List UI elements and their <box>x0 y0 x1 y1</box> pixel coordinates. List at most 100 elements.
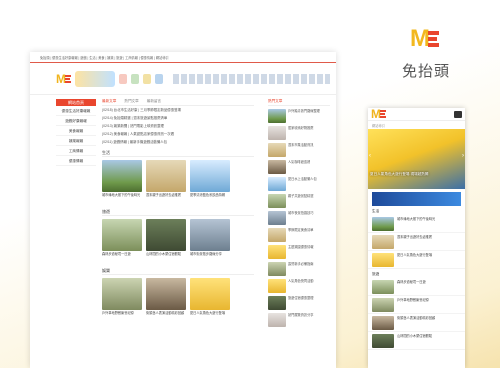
article-card[interactable]: 週末親子出遊好去處推薦 <box>146 160 186 205</box>
sidebar-thumbnail[interactable] <box>268 279 286 293</box>
sidebar-thumbnail[interactable] <box>268 126 286 140</box>
mobile-item-title[interactable]: 街頭藝人表演活動精彩回顧 <box>397 316 435 329</box>
mobile-item-title[interactable]: 城市綠地大樹下的午後時光 <box>397 217 435 230</box>
mobile-list-item[interactable]: 森林步道秘境一日遊 <box>368 278 465 296</box>
article-caption[interactable]: 戶外草地野餐聚會紀錄 <box>102 311 142 323</box>
sidebar-thumbnail[interactable] <box>268 109 286 123</box>
mobile-thumbnail[interactable] <box>372 280 394 294</box>
article-caption[interactable]: 週末親子出遊好去處推薦 <box>146 193 186 205</box>
sidebar-article[interactable]: 旅遊住宿優惠整理 <box>268 296 330 310</box>
article-card[interactable]: 夏季清涼藍色系飲品特輯 <box>190 160 230 205</box>
sidebar-article[interactable]: 人氣咖啡廳巡禮 <box>268 160 330 174</box>
sidebar-thumbnail[interactable] <box>268 296 286 310</box>
left-nav-item[interactable]: 優惠生活好康報報 <box>56 106 96 116</box>
mobile-thumbnail[interactable] <box>372 253 394 267</box>
ad-banner[interactable] <box>372 192 461 206</box>
sidebar-article[interactable]: 季節限定美食清單 <box>268 228 330 242</box>
category-icon[interactable] <box>143 73 151 84</box>
tab-comments[interactable]: 最新留言 <box>147 99 161 105</box>
sidebar-article-title[interactable]: 城市夜景拍攝技巧 <box>288 211 314 225</box>
sidebar-thumbnail[interactable] <box>268 245 286 259</box>
article-caption[interactable]: 夏日人氣角色大遊行登場 <box>190 311 230 323</box>
mobile-thumbnail[interactable] <box>372 298 394 312</box>
news-link[interactable]: (02/14) 免抬頭精選 | 週末旅遊景點推薦清單 <box>102 114 254 122</box>
sidebar-article-title[interactable]: 夏日水上活動懶人包 <box>288 177 317 191</box>
sidebar-article[interactable]: 週末市集活動資訊 <box>268 143 330 157</box>
tab-popular[interactable]: 熱門文章 <box>124 99 138 105</box>
left-nav-item[interactable]: 遊戲好康報報 <box>56 116 96 126</box>
chevron-right-icon[interactable]: › <box>462 153 464 159</box>
news-link[interactable]: (02/12) 美食報報 | 人氣甜點店家優惠資訊一次看 <box>102 130 254 138</box>
sidebar-article-title[interactable]: 主題樂園優惠情報 <box>288 245 314 259</box>
article-thumbnail[interactable] <box>146 160 186 192</box>
sidebar-article-title[interactable]: 熱門展覽資訊分享 <box>288 313 314 327</box>
article-card[interactable]: 戶外草地野餐聚會紀錄 <box>102 278 142 323</box>
news-link[interactable]: (02/11) 遊戲情報 | 最新手機遊戲活動懶人包 <box>102 138 254 146</box>
mobile-thumbnail[interactable] <box>372 235 394 249</box>
mobile-list-item[interactable]: 戶外草地野餐聚會紀錄 <box>368 296 465 314</box>
article-caption[interactable]: 城市街景散步路線分享 <box>190 252 230 264</box>
article-card[interactable]: 城市街景散步路線分享 <box>190 219 230 264</box>
article-thumbnail[interactable] <box>190 278 230 310</box>
mobile-item-title[interactable]: 森林步道秘境一日遊 <box>397 280 426 293</box>
sidebar-thumbnail[interactable] <box>268 194 286 208</box>
article-caption[interactable]: 山林間的小木屋住宿體驗 <box>146 252 186 264</box>
article-thumbnail[interactable] <box>102 219 142 251</box>
left-nav-item[interactable]: 工商情報 <box>56 146 96 156</box>
sidebar-article[interactable]: 主題樂園優惠情報 <box>268 245 330 259</box>
article-thumbnail[interactable] <box>146 278 186 310</box>
left-nav-item[interactable]: 娛樂報報 <box>56 136 96 146</box>
sidebar-article[interactable]: 人氣角色快閃活動 <box>268 279 330 293</box>
category-icon[interactable] <box>119 73 127 84</box>
mobile-logo[interactable]: M <box>371 108 386 120</box>
sidebar-article-title[interactable]: 旅遊住宿優惠整理 <box>288 296 314 310</box>
article-card[interactable]: 城市綠地大樹下的午後時光 <box>102 160 142 205</box>
sidebar-article-title[interactable]: 季節限定美食清單 <box>288 228 314 242</box>
mobile-item-title[interactable]: 夏日人氣角色大遊行登場 <box>397 253 432 266</box>
hero-caption[interactable]: 夏日人氣角色大遊行登場 現場超熱鬧 <box>370 172 463 177</box>
article-card[interactable]: 夏日人氣角色大遊行登場 <box>190 278 230 323</box>
chevron-left-icon[interactable]: ‹ <box>369 153 371 159</box>
mobile-list-item[interactable]: 週末親子出遊好去處推薦 <box>368 233 465 251</box>
left-nav-header[interactable]: 網站首頁 <box>56 99 96 106</box>
sidebar-article[interactable]: 戶外踏青熱門路線整理 <box>268 109 330 123</box>
news-link[interactable]: (02/15) 台北市生活好康 | 三月季節限定新品優惠登場 <box>102 106 254 114</box>
sidebar-thumbnail[interactable] <box>268 211 286 225</box>
sidebar-article[interactable]: 熱門展覽資訊分享 <box>268 313 330 327</box>
article-card[interactable]: 街頭藝人表演活動精彩回顧 <box>146 278 186 323</box>
site-logo[interactable]: M <box>56 73 71 85</box>
article-caption[interactable]: 城市綠地大樹下的午後時光 <box>102 193 142 205</box>
article-thumbnail[interactable] <box>190 219 230 251</box>
header-nav-icons[interactable] <box>173 73 330 84</box>
mobile-thumbnail[interactable] <box>372 217 394 231</box>
sidebar-thumbnail[interactable] <box>268 143 286 157</box>
sidebar-article[interactable]: 夏日水上活動懶人包 <box>268 177 330 191</box>
mobile-list-item[interactable]: 山林間的小木屋住宿體驗 <box>368 332 465 350</box>
article-caption[interactable]: 夏季清涼藍色系飲品特輯 <box>190 193 230 205</box>
sidebar-thumbnail[interactable] <box>268 313 286 327</box>
category-icon[interactable] <box>131 73 139 84</box>
news-link[interactable]: (02/13) 娛樂新聞 | 熱門電影上映資訊整理 <box>102 122 254 130</box>
mobile-item-title[interactable]: 戶外草地野餐聚會紀錄 <box>397 298 429 311</box>
sidebar-article-title[interactable]: 露營新手必備指南 <box>288 262 314 276</box>
mobile-thumbnail[interactable] <box>372 316 394 330</box>
article-thumbnail[interactable] <box>146 219 186 251</box>
sidebar-article[interactable]: 露營新手必備指南 <box>268 262 330 276</box>
sidebar-article-title[interactable]: 戶外踏青熱門路線整理 <box>288 109 320 123</box>
sidebar-article[interactable]: 居家收納好物推薦 <box>268 126 330 140</box>
mobile-subtitle[interactable]: 網站導引 <box>368 121 465 129</box>
sidebar-article-title[interactable]: 親子共遊景點精選 <box>288 194 314 208</box>
sidebar-article-title[interactable]: 週末市集活動資訊 <box>288 143 314 157</box>
sidebar-article-title[interactable]: 人氣咖啡廳巡禮 <box>288 160 310 174</box>
article-thumbnail[interactable] <box>102 160 142 192</box>
mobile-item-title[interactable]: 山林間的小木屋住宿體驗 <box>397 334 432 347</box>
hamburger-menu-icon[interactable] <box>454 110 462 118</box>
article-card[interactable]: 山林間的小木屋住宿體驗 <box>146 219 186 264</box>
article-card[interactable]: 森林步道秘境一日遊 <box>102 219 142 264</box>
sidebar-thumbnail[interactable] <box>268 228 286 242</box>
hero-slider[interactable]: ‹ › 夏日人氣角色大遊行登場 現場超熱鬧 <box>368 129 465 189</box>
sidebar-article[interactable]: 親子共遊景點精選 <box>268 194 330 208</box>
category-icon[interactable] <box>155 73 163 84</box>
mobile-list-item[interactable]: 城市綠地大樹下的午後時光 <box>368 215 465 233</box>
sidebar-article-title[interactable]: 居家收納好物推薦 <box>288 126 314 140</box>
